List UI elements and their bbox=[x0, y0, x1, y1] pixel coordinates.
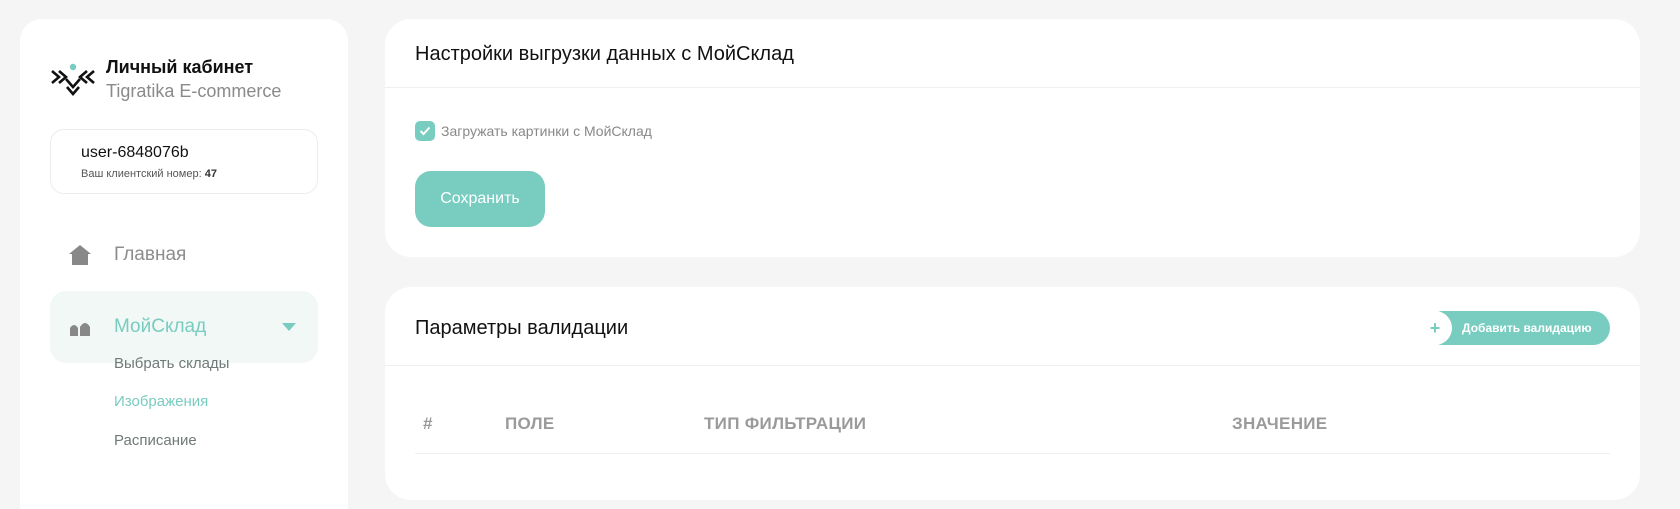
sub-item-schedule[interactable]: Расписание bbox=[114, 432, 197, 449]
home-icon bbox=[69, 245, 91, 265]
add-validation-label: Добавить валидацию bbox=[1462, 321, 1592, 335]
sub-item-select-warehouses[interactable]: Выбрать склады bbox=[114, 355, 229, 372]
client-number-value: 47 bbox=[204, 168, 217, 180]
user-name: user-6848076b bbox=[81, 144, 189, 161]
load-images-label: Загружать картинки с МойСклад bbox=[441, 123, 652, 139]
validation-title: Параметры валидации bbox=[415, 317, 629, 339]
nav-home-label: Главная bbox=[114, 244, 187, 265]
client-number-line: Ваш клиентский номер: 47 bbox=[81, 168, 287, 180]
validation-card: Параметры валидации + Добавить валидацию… bbox=[385, 287, 1640, 500]
nav-moysklad-label: МойСклад bbox=[114, 316, 207, 337]
card-divider bbox=[385, 87, 1640, 88]
warehouse-icon bbox=[70, 323, 90, 336]
brand-subtitle: Tigratika E-commerce bbox=[106, 81, 282, 101]
column-header-field: ПОЛЕ bbox=[505, 414, 555, 433]
user-card: user-6848076b Ваш клиентский номер: 47 bbox=[50, 129, 318, 194]
column-header-value: ЗНАЧЕНИЕ bbox=[1232, 414, 1328, 433]
chevron-down-icon[interactable] bbox=[282, 323, 296, 331]
nav-item-home[interactable]: Главная bbox=[50, 219, 318, 291]
table-header-divider bbox=[415, 453, 1610, 454]
load-images-checkbox[interactable] bbox=[415, 121, 435, 141]
add-validation-button[interactable]: + Добавить валидацию bbox=[1418, 311, 1610, 345]
card-divider bbox=[385, 365, 1640, 366]
export-settings-card: Настройки выгрузки данных с МойСклад Заг… bbox=[385, 19, 1640, 257]
nav-item-moysklad[interactable]: МойСклад bbox=[50, 291, 318, 363]
column-header-filter-type: ТИП ФИЛЬТРАЦИИ bbox=[704, 414, 867, 433]
brand[interactable]: Личный кабинет Tigratika E-commerce bbox=[50, 55, 281, 103]
plus-icon: + bbox=[1418, 311, 1452, 345]
client-number-label: Ваш клиентский номер: bbox=[81, 168, 202, 180]
brand-title: Личный кабинет bbox=[106, 57, 254, 77]
export-settings-title: Настройки выгрузки данных с МойСклад bbox=[415, 43, 794, 65]
sub-item-images[interactable]: Изображения bbox=[114, 393, 208, 410]
save-button[interactable]: Сохранить bbox=[415, 171, 545, 227]
check-icon bbox=[419, 126, 431, 136]
tiger-logo-icon bbox=[51, 63, 95, 96]
load-images-checkbox-row[interactable]: Загружать картинки с МойСклад bbox=[415, 121, 652, 141]
sidebar: Личный кабинет Tigratika E-commerce user… bbox=[20, 19, 348, 509]
column-header-index: # bbox=[423, 414, 433, 433]
